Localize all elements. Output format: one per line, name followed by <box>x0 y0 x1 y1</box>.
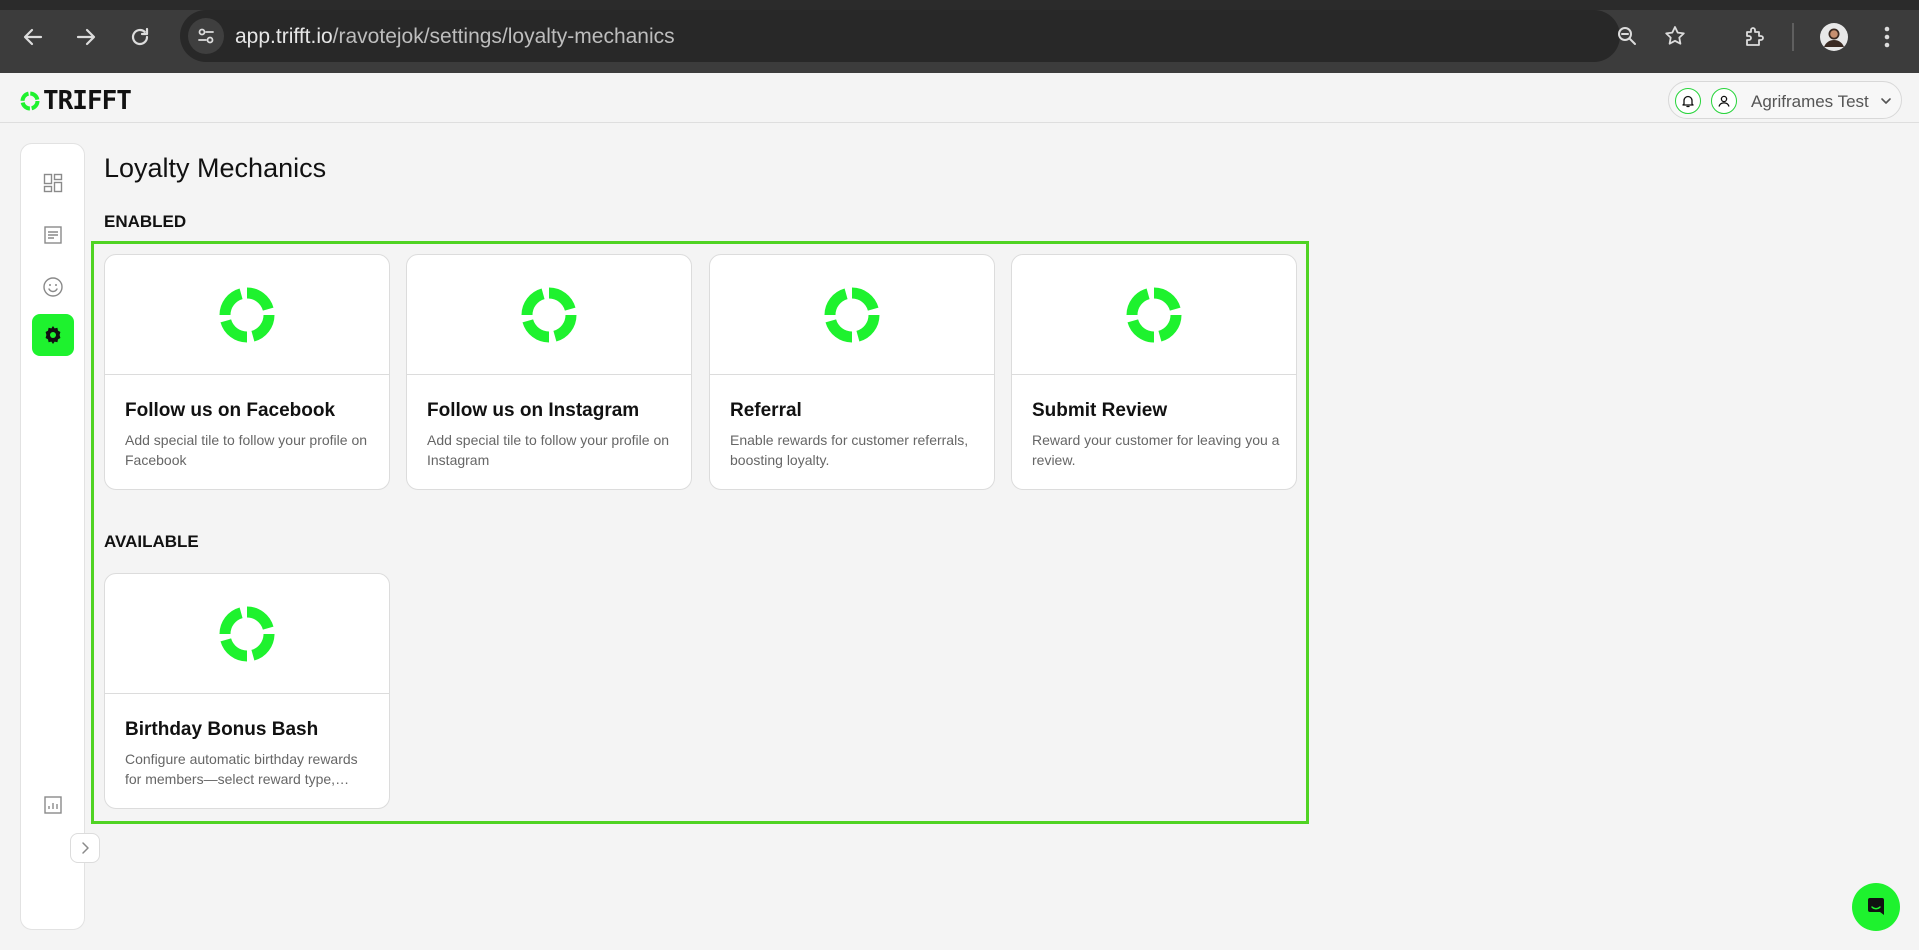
puzzle-icon <box>1746 27 1764 46</box>
reload-button[interactable] <box>123 20 157 54</box>
reload-icon <box>131 27 149 46</box>
document-icon <box>44 226 62 244</box>
card-title: Submit Review <box>1032 400 1168 421</box>
card-image-area <box>710 255 994 375</box>
logo-text: TRIFFT <box>43 86 132 116</box>
card-description: Reward your customer for leaving you a r… <box>1032 432 1280 468</box>
chevron-right-icon <box>82 842 89 854</box>
user-icon <box>1718 95 1730 107</box>
card-description: Add special tile to follow your profile … <box>125 432 368 468</box>
smiley-icon <box>43 277 63 297</box>
card-image-area <box>1012 255 1296 375</box>
bar-chart-icon <box>44 796 62 814</box>
card-description: Add special tile to follow your profile … <box>427 432 670 468</box>
section-label-enabled: ENABLED <box>104 212 187 231</box>
sidebar-item-list[interactable] <box>32 214 74 256</box>
gear-icon <box>45 326 61 344</box>
sidebar-item-customers[interactable] <box>32 266 74 308</box>
trifft-ring-icon <box>521 287 577 342</box>
mechanic-card-submit-review[interactable]: Submit Review Reward your customer for l… <box>1011 254 1297 490</box>
more-vertical-icon <box>1884 26 1890 48</box>
trifft-ring-icon <box>219 287 275 342</box>
bell-icon <box>1682 95 1694 108</box>
url-path: /ravotejok/settings/loyalty-mechanics <box>332 25 675 48</box>
card-description: Enable rewards for customer referrals, b… <box>730 432 969 468</box>
notifications-button[interactable] <box>1675 88 1701 114</box>
card-title: Follow us on Instagram <box>427 400 640 421</box>
card-image-area <box>105 574 389 694</box>
mechanic-card-referral[interactable]: Referral Enable rewards for customer ref… <box>709 254 995 490</box>
card-title: Birthday Bonus Bash <box>125 719 319 740</box>
card-title: Referral <box>730 400 802 421</box>
card-title: Follow us on Facebook <box>125 400 336 421</box>
page-title: Loyalty Mechanics <box>104 153 327 183</box>
url-text[interactable]: app.trifft.io/ravotejok/settings/loyalty… <box>235 25 675 49</box>
zoom-icon <box>1618 27 1636 45</box>
zoom-button[interactable] <box>1610 19 1644 53</box>
chat-icon <box>1868 898 1884 915</box>
grid-icon <box>43 173 63 193</box>
sidebar-item-reports[interactable] <box>32 784 74 826</box>
chat-widget-button[interactable] <box>1852 883 1900 931</box>
user-menu[interactable]: Agriframes Test <box>1668 81 1902 119</box>
avatar-icon <box>1820 23 1848 51</box>
sidebar-item-dashboard[interactable] <box>32 162 74 204</box>
star-icon <box>1665 26 1685 45</box>
sidebar-item-settings[interactable] <box>32 314 74 356</box>
sidebar <box>20 143 85 930</box>
tune-icon <box>198 28 214 44</box>
mechanic-card-instagram[interactable]: Follow us on Instagram Add special tile … <box>406 254 692 490</box>
trifft-ring-icon <box>219 606 275 661</box>
trifft-ring-icon <box>824 287 880 342</box>
card-description: Configure automatic birthday rewards for… <box>125 751 358 787</box>
browser-chrome: app.trifft.io/ravotejok/settings/loyalty… <box>0 0 1919 73</box>
trifft-logo[interactable]: TRIFFT <box>19 86 132 116</box>
site-info-button[interactable] <box>188 18 224 54</box>
card-image-area <box>407 255 691 375</box>
back-arrow-icon <box>23 28 43 46</box>
chevron-down-icon <box>1879 94 1893 113</box>
trifft-ring-icon <box>1126 287 1182 342</box>
back-button[interactable] <box>16 20 50 54</box>
card-image-area <box>105 255 389 375</box>
account-button[interactable] <box>1711 88 1737 114</box>
bookmark-button[interactable] <box>1658 19 1692 53</box>
forward-arrow-icon <box>76 28 96 46</box>
sidebar-expand-button[interactable] <box>70 833 100 863</box>
forward-button[interactable] <box>69 20 103 54</box>
logo-ring-icon <box>20 91 40 111</box>
address-bar[interactable]: app.trifft.io/ravotejok/settings/loyalty… <box>180 10 1685 62</box>
profile-button[interactable] <box>1817 20 1851 54</box>
app-header: TRIFFT Agriframes Test <box>0 73 1919 123</box>
mechanic-card-birthday-bonus[interactable]: Birthday Bonus Bash Configure automatic … <box>104 573 390 809</box>
extensions-button[interactable] <box>1737 20 1771 54</box>
user-name: Agriframes Test <box>1751 92 1869 111</box>
menu-button[interactable] <box>1870 20 1904 54</box>
mechanic-card-facebook[interactable]: Follow us on Facebook Add special tile t… <box>104 254 390 490</box>
tab-strip <box>0 0 1919 10</box>
url-host: app.trifft.io <box>235 25 333 48</box>
toolbar-separator <box>1792 23 1794 51</box>
